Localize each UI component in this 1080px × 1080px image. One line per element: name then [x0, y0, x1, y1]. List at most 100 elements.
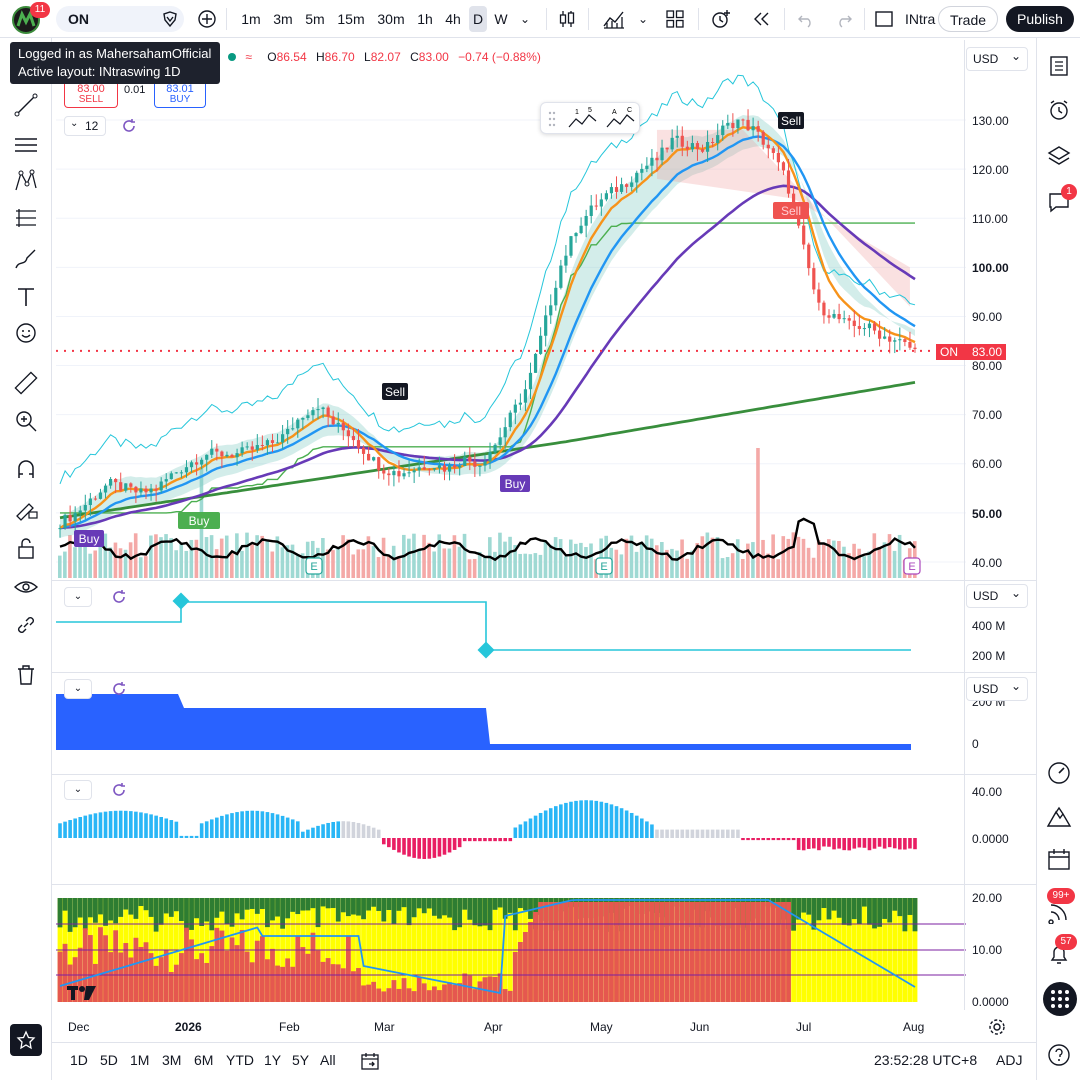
candle-body — [453, 465, 457, 468]
fib-levels-icon[interactable] — [13, 206, 39, 232]
volume-strength-pane[interactable] — [56, 886, 966, 1004]
mountain-icon[interactable] — [1046, 804, 1072, 830]
refresh-icon[interactable] — [110, 680, 128, 698]
undo-icon[interactable] — [796, 9, 816, 29]
range-1m[interactable]: 1M — [130, 1052, 149, 1068]
horizontal-lines-icon[interactable] — [13, 132, 39, 158]
apps-button[interactable] — [1043, 982, 1077, 1016]
pane2-currency-selector[interactable]: USD — [966, 582, 1028, 608]
volume-bar — [341, 535, 345, 578]
fullscreen-square-icon[interactable] — [874, 9, 894, 29]
trash-icon[interactable] — [13, 662, 39, 688]
currency-selector[interactable]: USD — [966, 45, 1028, 71]
ruler-icon[interactable] — [13, 370, 39, 396]
tf-1h[interactable]: 1h — [413, 6, 437, 32]
eye-icon[interactable] — [13, 574, 39, 600]
add-symbol-icon[interactable] — [196, 8, 218, 30]
range-5d[interactable]: 5D — [100, 1052, 118, 1068]
candles-icon[interactable] — [556, 8, 578, 30]
emoji-icon[interactable] — [13, 320, 39, 346]
adj-toggle[interactable]: ADJ — [996, 1052, 1022, 1068]
range-1d[interactable]: 1D — [70, 1052, 88, 1068]
trade-button[interactable]: Trade — [938, 6, 998, 32]
pane-divider[interactable] — [52, 580, 1036, 581]
pane3-currency-selector[interactable]: USD — [966, 675, 1028, 701]
range-all[interactable]: All — [320, 1052, 336, 1068]
candle-body — [635, 172, 639, 183]
clock[interactable]: 23:52:28 UTC+8 — [874, 1052, 977, 1068]
text-tool-icon[interactable] — [13, 284, 39, 310]
indicators-icon[interactable] — [602, 8, 626, 30]
sell-button[interactable]: 83.00 SELL — [64, 84, 118, 108]
pane-divider[interactable] — [52, 884, 1036, 885]
drag-handle-icon[interactable] — [548, 111, 556, 127]
layout-name[interactable]: INtra — [905, 6, 939, 32]
brush-icon[interactable] — [13, 246, 39, 272]
range-3m[interactable]: 3M — [162, 1052, 181, 1068]
pane4-collapse-button[interactable]: ⌄ — [64, 780, 92, 800]
candle-body — [245, 446, 249, 448]
histogram-pane[interactable] — [56, 776, 966, 884]
layers-icon[interactable] — [1047, 144, 1071, 168]
alarm-clock-icon[interactable] — [1047, 98, 1071, 122]
tf-1m[interactable]: 1m — [238, 6, 264, 32]
strength-top-segment — [305, 898, 311, 911]
indicators-collapse-button[interactable]: ⌄ 12 — [64, 116, 106, 136]
area-indicator-pane[interactable] — [56, 674, 966, 770]
calendar-icon[interactable] — [1046, 846, 1072, 872]
pane2-collapse-button[interactable]: ⌄ — [64, 587, 92, 607]
histogram-bar — [108, 811, 113, 838]
replay-icon[interactable] — [751, 9, 771, 29]
date-range-icon[interactable] — [360, 1051, 380, 1071]
link-icon[interactable] — [13, 612, 39, 638]
strength-top-segment — [892, 898, 898, 911]
alert-clock-icon[interactable] — [710, 8, 732, 30]
strength-top-segment — [426, 898, 432, 909]
candle-body — [832, 313, 836, 318]
layout-grid-icon[interactable] — [665, 9, 685, 29]
zoom-in-icon[interactable] — [13, 408, 39, 434]
buy-button[interactable]: 83.01 BUY — [154, 84, 206, 108]
refresh-icon[interactable] — [110, 781, 128, 799]
volume-bar — [280, 547, 285, 578]
tf-d-active[interactable]: D — [469, 6, 487, 32]
range-ytd[interactable]: YTD — [226, 1052, 254, 1068]
step-indicator-pane[interactable] — [56, 582, 966, 672]
tf-15m[interactable]: 15m — [335, 6, 367, 32]
refresh-icon[interactable] — [120, 117, 138, 135]
pane3-collapse-button[interactable]: ⌄ — [64, 679, 92, 699]
floating-pattern-toolbar[interactable]: 15 AC — [540, 102, 640, 134]
price-chart[interactable]: Sell Sell Sell Buy Buy Buy E E E — [56, 40, 966, 580]
help-icon[interactable] — [1046, 1042, 1072, 1068]
candle-body — [98, 492, 103, 499]
speedometer-icon[interactable] — [1046, 760, 1072, 786]
range-1y[interactable]: 1Y — [264, 1052, 281, 1068]
abc-wave-icon[interactable]: AC — [605, 107, 637, 131]
magnet-icon[interactable] — [13, 458, 39, 484]
tf-30m[interactable]: 30m — [374, 6, 408, 32]
pane-divider[interactable] — [52, 672, 1036, 673]
range-5y[interactable]: 5Y — [292, 1052, 309, 1068]
tf-5m[interactable]: 5m — [302, 6, 328, 32]
elliott-wave-icon[interactable]: 15 — [567, 107, 599, 131]
tf-w[interactable]: W — [491, 6, 511, 32]
refresh-icon[interactable] — [110, 588, 128, 606]
draw-lock-icon[interactable] — [13, 496, 39, 522]
redo-icon[interactable] — [834, 9, 854, 29]
lock-icon[interactable] — [13, 536, 39, 562]
tf-3m[interactable]: 3m — [270, 6, 296, 32]
settings-gear-icon[interactable] — [988, 1018, 1006, 1036]
volume-bar — [725, 557, 730, 578]
trend-line-icon[interactable] — [13, 92, 39, 118]
tf-4h[interactable]: 4h — [441, 6, 465, 32]
publish-button[interactable]: Publish — [1006, 6, 1074, 32]
area-fill — [56, 694, 911, 750]
pane-divider[interactable] — [52, 774, 1036, 775]
chevron-down-icon[interactable]: ⌄ — [516, 6, 534, 32]
watchlist-star-button[interactable] — [10, 1024, 42, 1056]
watchlist-icon[interactable] — [1047, 54, 1071, 78]
range-6m[interactable]: 6M — [194, 1052, 213, 1068]
pattern-icon[interactable] — [13, 168, 39, 194]
chevron-down-icon[interactable]: ⌄ — [634, 6, 652, 32]
symbol-search[interactable]: ON — [56, 6, 184, 32]
